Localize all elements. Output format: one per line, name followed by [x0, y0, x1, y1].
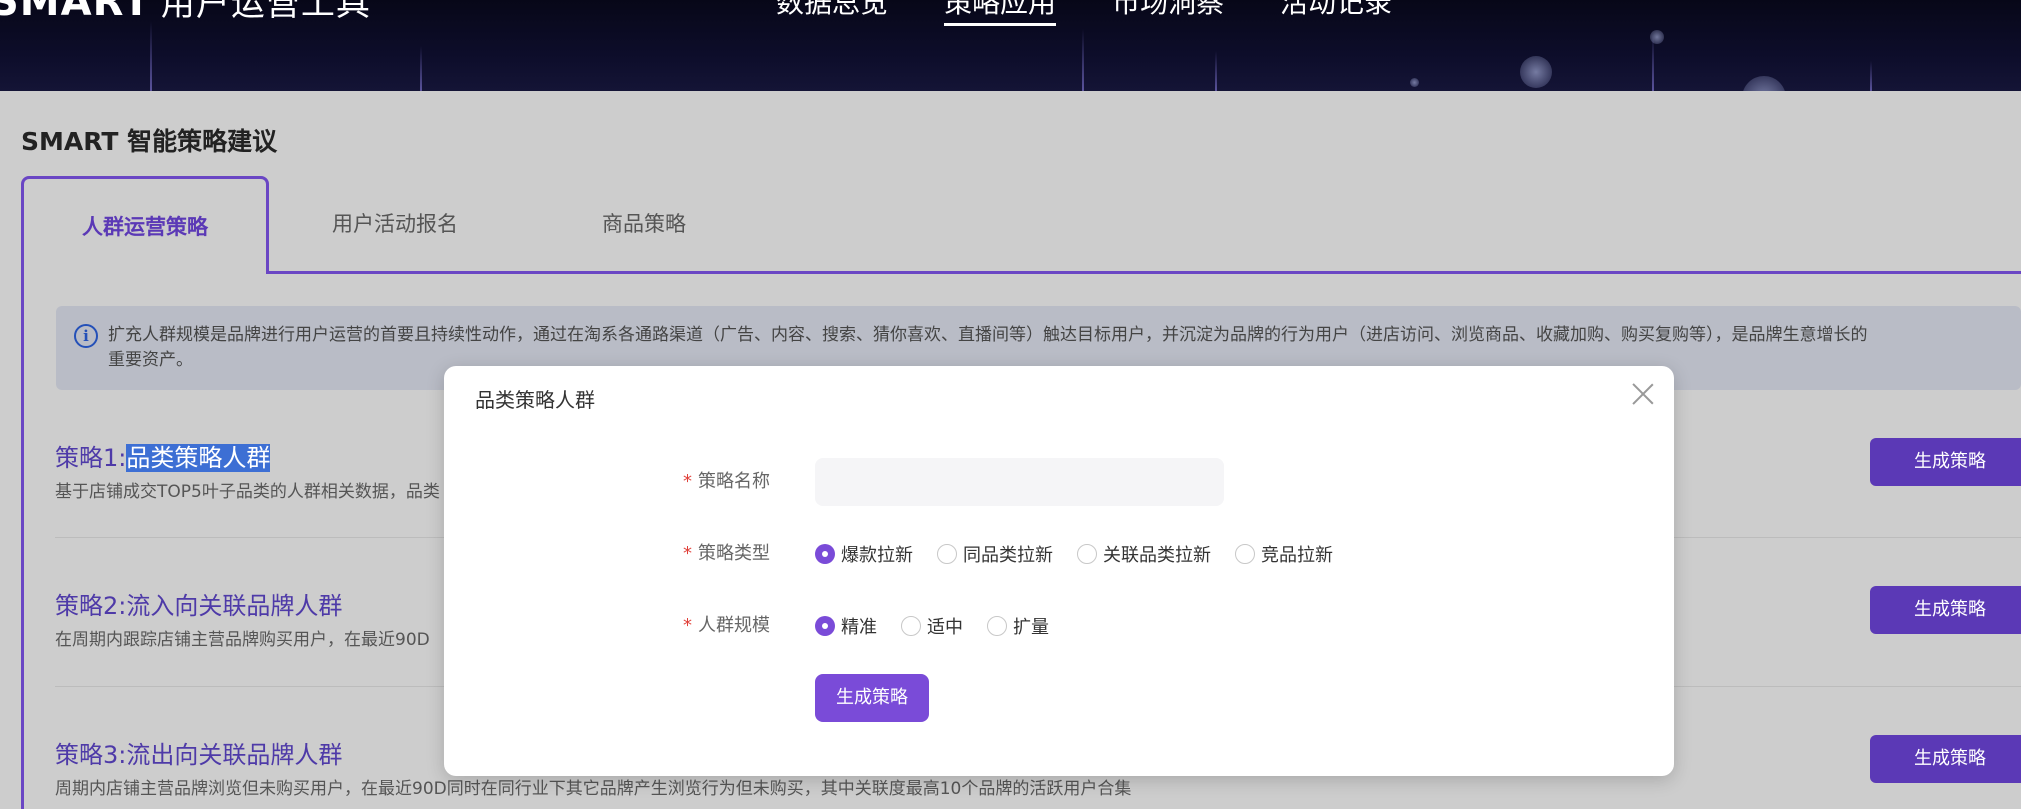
- strategy-type-label: * 策略类型: [683, 530, 770, 578]
- label-text: 策略名称: [698, 471, 770, 492]
- radio-label: 关联品类拉新: [1103, 545, 1211, 566]
- radio-label: 扩量: [1013, 617, 1049, 638]
- logo-text: SMART: [0, 0, 151, 25]
- strategy-prefix: 策略1:: [55, 444, 127, 472]
- strategy-type-radio-group: 爆款拉新 同品类拉新 关联品类拉新 竞品拉新: [815, 530, 1357, 578]
- main-nav: 数据总览 策略应用 市场洞察 活动记录: [776, 0, 1392, 26]
- form-row-scale: * 人群规模 精准 适中 扩量: [444, 602, 1674, 650]
- radio-checked-icon: [815, 544, 835, 564]
- radio-moderate[interactable]: 适中: [901, 613, 963, 639]
- form-row-type: * 策略类型 爆款拉新 同品类拉新 关联品类拉新 竞品拉新: [444, 530, 1674, 578]
- required-mark: *: [683, 615, 692, 636]
- radio-label: 竞品拉新: [1261, 545, 1333, 566]
- strategy-name: 流出向关联品牌人群: [126, 741, 343, 769]
- crowd-scale-label: * 人群规模: [683, 602, 770, 650]
- strategy-desc: 周期内店铺主营品牌浏览但未购买用户，在最近90D同时在同行业下其它品牌产生浏览行…: [55, 779, 1132, 799]
- strategy-name-label: * 策略名称: [683, 458, 770, 506]
- nav-item-activity[interactable]: 活动记录: [1280, 0, 1392, 20]
- strategy-name: 品类策略人群: [126, 444, 271, 472]
- radio-checked-icon: [815, 616, 835, 636]
- modal-title: 品类策略人群: [475, 388, 595, 412]
- tab-crowd-strategy[interactable]: 人群运营策略: [21, 176, 269, 274]
- logo-subtitle: 用户运营工具: [160, 0, 371, 24]
- nav-item-market[interactable]: 市场洞察: [1112, 0, 1224, 20]
- page-title: SMART 智能策略建议: [21, 127, 278, 156]
- tab-panel-top-border: [21, 271, 2021, 274]
- info-icon: i: [74, 324, 98, 348]
- radio-precise[interactable]: 精准: [815, 613, 877, 639]
- radio-related-category-new[interactable]: 关联品类拉新: [1077, 541, 1211, 567]
- strategy-prefix: 策略3:: [55, 741, 127, 769]
- radio-label: 爆款拉新: [841, 545, 913, 566]
- radio-expand[interactable]: 扩量: [987, 613, 1049, 639]
- radio-hot-item-new[interactable]: 爆款拉新: [815, 541, 913, 567]
- radio-label: 精准: [841, 617, 877, 638]
- label-text: 策略类型: [698, 543, 770, 564]
- info-text-line1: 扩充人群规模是品牌进行用户运营的首要且持续性动作，通过在淘系各通路渠道（广告、内…: [108, 325, 1868, 345]
- radio-competitor-new[interactable]: 竞品拉新: [1235, 541, 1333, 567]
- radio-unchecked-icon: [937, 544, 957, 564]
- close-icon[interactable]: [1631, 382, 1655, 406]
- tab-panel-left-border: [21, 271, 24, 809]
- generate-strategy-button[interactable]: 生成策略: [1870, 438, 2021, 486]
- generate-strategy-button[interactable]: 生成策略: [1870, 735, 2021, 783]
- radio-label: 同品类拉新: [963, 545, 1053, 566]
- radio-same-category-new[interactable]: 同品类拉新: [937, 541, 1053, 567]
- label-text: 人群规模: [698, 615, 770, 636]
- crowd-scale-radio-group: 精准 适中 扩量: [815, 602, 1073, 650]
- form-row-name: * 策略名称: [444, 458, 1674, 506]
- top-header: SMART 用户运营工具 数据总览 策略应用 市场洞察 活动记录: [0, 0, 2021, 91]
- nav-item-strategy[interactable]: 策略应用: [944, 0, 1057, 26]
- modal-generate-strategy-button[interactable]: 生成策略: [815, 674, 929, 722]
- strategy-prefix: 策略2:: [55, 592, 127, 620]
- app-logo[interactable]: SMART 用户运营工具: [0, 0, 371, 25]
- tab-product-strategy[interactable]: 商品策略: [560, 176, 728, 272]
- strategy-name: 流入向关联品牌人群: [126, 592, 343, 620]
- radio-label: 适中: [927, 617, 963, 638]
- nav-item-overview[interactable]: 数据总览: [776, 0, 888, 20]
- radio-unchecked-icon: [1077, 544, 1097, 564]
- radio-unchecked-icon: [901, 616, 921, 636]
- required-mark: *: [683, 471, 692, 492]
- radio-unchecked-icon: [987, 616, 1007, 636]
- tab-activity-signup[interactable]: 用户活动报名: [300, 176, 490, 272]
- required-mark: *: [683, 543, 692, 564]
- radio-unchecked-icon: [1235, 544, 1255, 564]
- generate-strategy-button[interactable]: 生成策略: [1870, 586, 2021, 634]
- strategy-modal: 品类策略人群 * 策略名称 * 策略类型 爆款拉新 同品类拉新 关联品类拉新 竞品拉…: [444, 366, 1674, 776]
- strategy-name-input[interactable]: [815, 458, 1224, 506]
